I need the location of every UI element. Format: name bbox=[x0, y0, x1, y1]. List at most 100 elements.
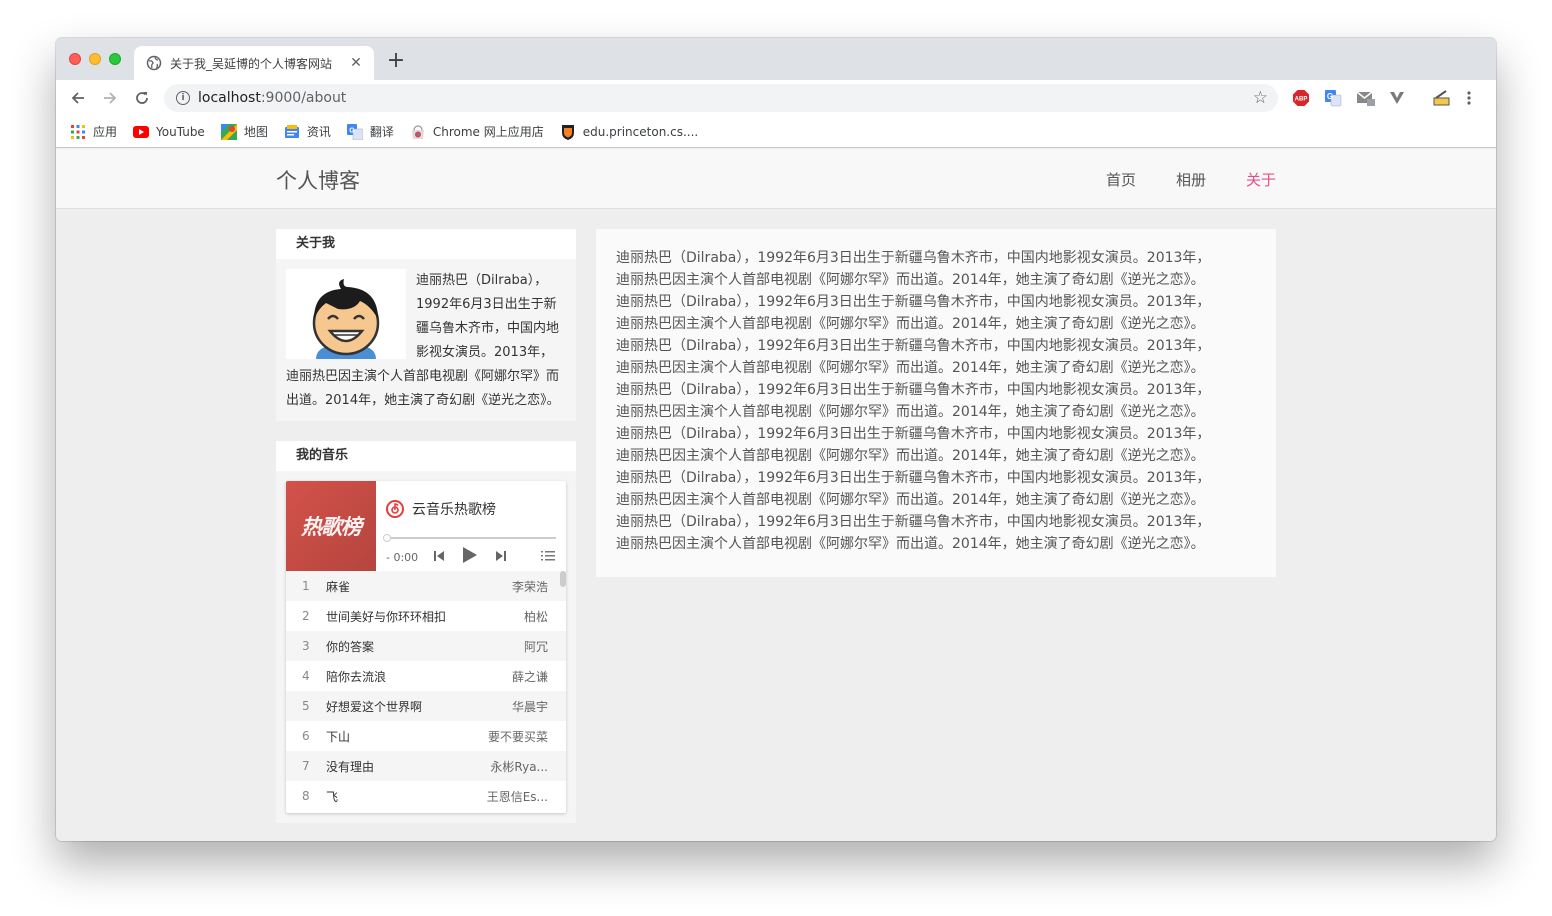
nav-home[interactable]: 首页 bbox=[1106, 169, 1136, 190]
globe-icon bbox=[146, 55, 162, 71]
svg-text:G: G bbox=[349, 127, 355, 134]
news-icon bbox=[284, 124, 300, 140]
bookmark-maps[interactable]: 地图 bbox=[220, 123, 268, 140]
new-tab-button[interactable]: + bbox=[384, 50, 408, 72]
list-item[interactable]: 8 飞王恩信Es... bbox=[286, 781, 566, 811]
bookmark-label: 资讯 bbox=[306, 125, 331, 139]
list-item[interactable]: 3 你的答案 阿冗 bbox=[286, 631, 566, 661]
main-content: 迪丽热巴（Dilraba），1992年6月3日出生于新疆乌鲁木齐市，中国内地影视… bbox=[596, 229, 1276, 577]
content-line: 迪丽热巴因主演个人首部电视剧《阿娜尔罕》而出道。2014年，她主演了奇幻剧《逆光… bbox=[616, 536, 1205, 552]
bookmark-translate[interactable]: G 翻译 bbox=[346, 123, 394, 140]
abp-icon[interactable]: ABP bbox=[1292, 89, 1310, 107]
youtube-icon bbox=[133, 124, 150, 140]
bookmark-youtube[interactable]: YouTube bbox=[133, 124, 205, 140]
content-line: 迪丽热巴（Dilraba），1992年6月3日出生于新疆乌鲁木齐市，中国内地影视… bbox=[616, 294, 1211, 310]
site-brand[interactable]: 个人博客 bbox=[276, 165, 360, 195]
close-window-button[interactable] bbox=[69, 53, 81, 65]
maps-icon bbox=[220, 123, 237, 140]
nav-album[interactable]: 相册 bbox=[1176, 169, 1206, 190]
site-header: 个人博客 首页 相册 关于 bbox=[56, 149, 1496, 209]
bookmark-label: YouTube bbox=[156, 124, 205, 139]
site-nav: 首页 相册 关于 bbox=[1066, 169, 1276, 190]
list-item[interactable]: 7 没有理由 永彬Rya... bbox=[286, 751, 566, 781]
next-track-icon[interactable] bbox=[494, 548, 508, 567]
music-panel-title: 我的音乐 bbox=[276, 441, 576, 471]
vimium-icon[interactable] bbox=[1388, 89, 1406, 107]
content-line: 迪丽热巴（Dilraba），1992年6月3日出生于新疆乌鲁木齐市，中国内地影视… bbox=[616, 470, 1211, 486]
bookmark-label: Chrome 网上应用店 bbox=[432, 125, 544, 139]
sidebar: 关于我 迪丽热巴（Dilraba），1992年6月3日出生于新疆乌鲁木齐市，中国… bbox=[276, 229, 576, 841]
content-line: 迪丽热巴因主演个人首部电视剧《阿娜尔罕》而出道。2014年，她主演了奇幻剧《逆光… bbox=[616, 404, 1205, 420]
music-panel: 我的音乐 热歌榜 云音乐热歌榜 - 0:00 1 麻雀 李荣浩 2 世间美好与你… bbox=[276, 441, 576, 823]
content-line: 迪丽热巴因主演个人首部电视剧《阿娜尔罕》而出道。2014年，她主演了奇幻剧《逆光… bbox=[616, 360, 1205, 376]
tab-close-icon[interactable]: ✕ bbox=[348, 55, 364, 71]
browser-tab[interactable]: 关于我_吴延博的个人博客网站 ✕ bbox=[134, 46, 374, 80]
list-item[interactable]: 1 麻雀 李荣浩 bbox=[286, 571, 566, 601]
maximize-window-button[interactable] bbox=[109, 53, 121, 65]
prev-track-icon[interactable] bbox=[432, 548, 446, 567]
browser-toolbar: i localhost:9000/about ☆ ABP G bbox=[56, 80, 1496, 116]
web-page: 个人博客 首页 相册 关于 关于我 迪丽热巴（Dilraba），1992年6月3… bbox=[56, 149, 1496, 841]
playlist-title: 云音乐热歌榜 bbox=[386, 499, 496, 519]
tools-icon[interactable] bbox=[1432, 89, 1452, 107]
song-list-scrollbar[interactable] bbox=[560, 571, 566, 587]
webstore-icon bbox=[410, 124, 426, 140]
bookmark-label: 翻译 bbox=[369, 125, 394, 139]
content-line: 迪丽热巴（Dilraba），1992年6月3日出生于新疆乌鲁木齐市，中国内地影视… bbox=[616, 514, 1211, 530]
reload-icon[interactable] bbox=[132, 88, 152, 108]
content-line: 迪丽热巴因主演个人首部电视剧《阿娜尔罕》而出道。2014年，她主演了奇幻剧《逆光… bbox=[616, 316, 1205, 332]
time-display: - 0:00 bbox=[386, 551, 419, 564]
progress-handle[interactable] bbox=[383, 534, 391, 542]
cover-text: 热歌榜 bbox=[301, 515, 362, 539]
progress-bar[interactable] bbox=[383, 534, 556, 542]
content-line: 迪丽热巴（Dilraba），1992年6月3日出生于新疆乌鲁木齐市，中国内地影视… bbox=[616, 250, 1211, 266]
list-item[interactable]: 6 下山 要不要买菜 bbox=[286, 721, 566, 751]
about-panel-title: 关于我 bbox=[276, 229, 576, 259]
menu-icon[interactable] bbox=[1466, 89, 1472, 107]
nav-about[interactable]: 关于 bbox=[1246, 169, 1276, 190]
content-line: 迪丽热巴因主演个人首部电视剧《阿娜尔罕》而出道。2014年，她主演了奇幻剧《逆光… bbox=[616, 448, 1205, 464]
content-line: 迪丽热巴（Dilraba），1992年6月3日出生于新疆乌鲁木齐市，中国内地影视… bbox=[616, 382, 1211, 398]
list-item[interactable]: 5 好想爱这个世界啊 华晨宇 bbox=[286, 691, 566, 721]
bookmarks-bar: 应用 YouTube 地图 资讯 G 翻译 Chrome 网上应用店 edu.p… bbox=[56, 116, 1496, 148]
svg-text:ABP: ABP bbox=[1295, 97, 1308, 103]
url-text: localhost:9000/about bbox=[198, 90, 347, 106]
bookmark-label: 应用 bbox=[93, 125, 118, 139]
apps-icon bbox=[70, 124, 86, 140]
svg-text:G: G bbox=[1327, 92, 1333, 101]
bookmark-star-icon[interactable]: ☆ bbox=[1253, 88, 1268, 108]
gmail-icon[interactable] bbox=[1356, 89, 1376, 107]
bookmark-apps[interactable]: 应用 bbox=[70, 123, 117, 140]
bookmark-news[interactable]: 资讯 bbox=[284, 123, 331, 140]
forward-icon[interactable] bbox=[100, 88, 120, 108]
bookmark-webstore[interactable]: Chrome 网上应用店 bbox=[410, 123, 544, 140]
list-item[interactable]: 4 陪你去流浪 薛之谦 bbox=[286, 661, 566, 691]
bookmark-label: edu.princeton.cs.... bbox=[582, 124, 699, 139]
bookmark-label: 地图 bbox=[243, 125, 268, 139]
music-player: 热歌榜 云音乐热歌榜 - 0:00 1 麻雀 李荣浩 2 世间美好与你环环相扣 … bbox=[286, 481, 566, 813]
translate-ext-icon[interactable]: G bbox=[1324, 89, 1342, 107]
content-line: 迪丽热巴（Dilraba），1992年6月3日出生于新疆乌鲁木齐市，中国内地影视… bbox=[616, 338, 1211, 354]
playlist-title-text: 云音乐热歌榜 bbox=[412, 502, 496, 518]
content-line: 迪丽热巴因主演个人首部电视剧《阿娜尔罕》而出道。2014年，她主演了奇幻剧《逆光… bbox=[616, 492, 1205, 508]
minimize-window-button[interactable] bbox=[89, 53, 101, 65]
site-info-icon[interactable]: i bbox=[176, 91, 190, 105]
netease-music-icon bbox=[386, 500, 404, 518]
list-item[interactable]: 2 世间美好与你环环相扣 柏松 bbox=[286, 601, 566, 631]
back-icon[interactable] bbox=[68, 88, 88, 108]
tab-title: 关于我_吴延博的个人博客网站 bbox=[170, 56, 333, 71]
playlist-icon[interactable] bbox=[540, 548, 556, 567]
song-list: 1 麻雀 李荣浩 2 世间美好与你环环相扣 柏松 3 你的答案 阿冗 4 陪你去流浪 薛之谦 5… bbox=[286, 571, 566, 813]
bookmark-princeton[interactable]: edu.princeton.cs.... bbox=[560, 124, 698, 140]
browser-window: 关于我_吴延博的个人博客网站 ✕ + i localhost:9000/abou… bbox=[56, 38, 1496, 841]
album-cover[interactable]: 热歌榜 bbox=[286, 481, 376, 571]
content-line: 迪丽热巴因主演个人首部电视剧《阿娜尔罕》而出道。2014年，她主演了奇幻剧《逆光… bbox=[616, 272, 1205, 288]
about-panel: 关于我 迪丽热巴（Dilraba），1992年6月3日出生于新疆乌鲁木齐市，中国… bbox=[276, 229, 576, 421]
content-line: 迪丽热巴（Dilraba），1992年6月3日出生于新疆乌鲁木齐市，中国内地影视… bbox=[616, 426, 1211, 442]
princeton-icon bbox=[560, 124, 576, 140]
address-bar[interactable]: i localhost:9000/about ☆ bbox=[164, 84, 1278, 112]
avatar bbox=[286, 269, 406, 359]
translate-icon: G bbox=[346, 123, 363, 140]
play-icon[interactable] bbox=[460, 546, 478, 568]
tab-strip: 关于我_吴延博的个人博客网站 ✕ + bbox=[56, 38, 1496, 80]
